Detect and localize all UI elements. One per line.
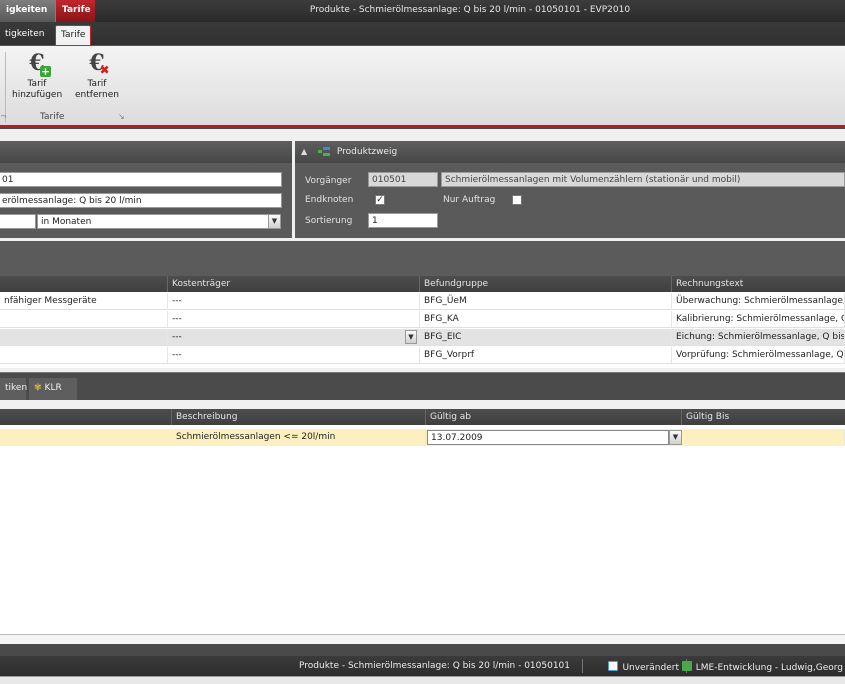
context-tab-tariffs[interactable]: Tarife — [55, 0, 95, 22]
left-panel-body: 01 erölmessanlage: Q bis 20 l/min in Mon… — [0, 163, 292, 238]
product-branch-header[interactable]: ▲ Produktzweig — [295, 141, 845, 163]
table-row[interactable]: --- BFG_Vorprf Vorprüfung: Schmierölmess… — [0, 347, 845, 364]
duration-field[interactable] — [0, 214, 36, 229]
klr-icon: ✾ — [34, 383, 42, 393]
product-branch-icon — [318, 147, 331, 156]
status-state-label: Unverändert — [622, 663, 679, 673]
cell-cost-unit: --- — [168, 311, 420, 327]
dialog-launcher-icon[interactable]: ↘ — [118, 112, 125, 121]
only-order-label: Nur Auftrag — [443, 195, 496, 205]
cell-description: Schmierölmessanlagen <= 20l/min — [172, 429, 426, 445]
findings-grid: Kostenträger Befundgruppe Rechnungstext … — [0, 276, 845, 368]
window-bottom-edge — [0, 676, 845, 684]
status-separator — [582, 659, 583, 673]
database-icon — [681, 661, 692, 671]
ribbon-tab-activities[interactable]: tigkeiten — [0, 25, 52, 45]
add-tariff-label-1: Tarif — [27, 79, 47, 89]
cell-invoice-text: Kalibrierung: Schmierölmessanlage, Q — [672, 311, 845, 327]
table-row[interactable]: --- BFG_KA Kalibrierung: Schmierölmessan… — [0, 311, 845, 328]
collapse-chevron-icon[interactable]: ▲ — [301, 147, 307, 156]
cell-finding-group: BFG_KA — [420, 311, 672, 327]
left-panel-header — [0, 141, 292, 163]
predecessor-label: Vorgänger — [305, 176, 352, 186]
cell-finding-group: BFG_ÜeM — [420, 293, 672, 309]
column-header-tariff[interactable] — [0, 409, 172, 425]
remove-tariff-label-2: entfernen — [75, 90, 119, 100]
cell-finding-group: BFG_Vorprf — [420, 347, 672, 363]
window-title: Produkte - Schmierölmessanlage: Q bis 20… — [309, 5, 631, 15]
product-name-field[interactable]: erölmessanlage: Q bis 20 l/min — [0, 193, 282, 208]
status-title: Produkte - Schmierölmessanlage: Q bis 20… — [299, 661, 570, 671]
column-header-name[interactable] — [0, 276, 168, 292]
euro-add-icon: € + — [29, 50, 51, 78]
ribbon-panel: ¬ € + Tarif hinzufügen € ✖ Tarif entfernen… — [0, 45, 845, 127]
cell-name — [0, 347, 168, 363]
title-bar: igkeiten Tarife Produkte - Schmierölmess… — [0, 0, 845, 22]
endnode-checkbox[interactable]: ✓ — [375, 195, 385, 205]
column-header-invoice-text[interactable]: Rechnungstext — [672, 276, 845, 292]
table-row[interactable]: --- ▼ BFG_EIC Eichung: Schmierölmessanla… — [0, 329, 845, 346]
status-state: Unverändert — [608, 661, 679, 673]
group-launcher-icon[interactable]: ¬ — [0, 112, 7, 121]
cell-cost-unit: --- — [168, 347, 420, 363]
cell-finding-group: BFG_EIC — [420, 329, 672, 345]
cell-name — [0, 329, 168, 345]
predecessor-code-field[interactable]: 010501 — [368, 172, 438, 187]
table-row[interactable]: nfähiger Messgeräte --- BFG_ÜeM Überwach… — [0, 293, 845, 310]
ribbon-tab-row: tigkeiten Tarife — [0, 22, 845, 45]
sort-label: Sortierung — [305, 216, 353, 226]
cell-cost-unit: --- — [168, 329, 420, 345]
tab-statistics[interactable]: tiken — [0, 378, 27, 400]
column-header-finding-group[interactable]: Befundgruppe — [420, 276, 672, 292]
detail-tab-strip: tiken ✾ KLR — [0, 372, 845, 400]
cell-invoice-text: Vorprüfung: Schmierölmessanlage, Q — [672, 347, 845, 363]
add-tariff-button[interactable]: € + Tarif hinzufügen — [12, 50, 62, 101]
cell-cost-unit: --- — [168, 293, 420, 309]
context-tab-activities[interactable]: igkeiten — [0, 0, 55, 22]
cell-name: nfähiger Messgeräte — [0, 293, 168, 309]
ribbon-tab-tariffs[interactable]: Tarife — [55, 25, 91, 45]
ribbon-group-label: Tarife — [40, 112, 65, 122]
cell-valid-to — [682, 429, 845, 445]
horizontal-scrollbar[interactable] — [0, 634, 845, 644]
chevron-down-icon[interactable]: ▼ — [405, 330, 417, 344]
product-branch-body: Vorgänger 010501 Schmierölmessanlagen mi… — [295, 163, 845, 238]
column-header-valid-from[interactable]: Gültig ab — [426, 409, 682, 425]
valid-from-date-field[interactable]: 13.07.2009 — [427, 430, 669, 445]
tab-klr[interactable]: ✾ KLR — [29, 378, 77, 400]
euro-remove-icon: € ✖ — [89, 50, 110, 77]
document-state-icon — [608, 661, 619, 671]
status-user-label: LME-Entwicklung - Ludwig,Georg — [695, 663, 843, 673]
add-tariff-label-2: hinzufügen — [12, 90, 63, 100]
status-bar: Produkte - Schmierölmessanlage: Q bis 20… — [0, 656, 845, 676]
cell-invoice-text: Eichung: Schmierölmessanlage, Q bis — [672, 329, 845, 345]
predecessor-text-field[interactable]: Schmierölmessanlagen mit Volumenzählern … — [441, 172, 845, 187]
endnode-label: Endknoten — [305, 195, 354, 205]
remove-tariff-label-1: Tarif — [87, 79, 107, 89]
findings-toolbar-strip — [0, 241, 845, 276]
cell-name — [0, 311, 168, 327]
only-order-checkbox[interactable] — [512, 195, 522, 205]
product-code-field[interactable]: 01 — [0, 172, 282, 187]
column-header-valid-to[interactable]: Gültig Bis — [682, 409, 845, 425]
column-header-cost-unit[interactable]: Kostenträger — [168, 276, 420, 292]
remove-tariff-button[interactable]: € ✖ Tarif entfernen — [72, 50, 122, 101]
table-row[interactable]: Schmierölmessanlagen <= 20l/min 13.07.20… — [0, 429, 845, 446]
footer-strip — [0, 644, 845, 656]
chevron-down-icon[interactable]: ▼ — [268, 214, 281, 229]
tab-klr-label: KLR — [44, 383, 62, 393]
product-branch-title: Produktzweig — [336, 147, 398, 157]
chevron-down-icon[interactable]: ▼ — [669, 430, 682, 445]
status-user: LME-Entwicklung - Ludwig,Georg — [681, 661, 843, 673]
duration-unit-select[interactable]: in Monaten — [37, 214, 269, 229]
column-header-description[interactable]: Beschreibung — [172, 409, 426, 425]
cell-invoice-text: Überwachung: Schmierölmessanlage, — [672, 293, 845, 309]
sort-field[interactable]: 1 — [368, 213, 438, 228]
